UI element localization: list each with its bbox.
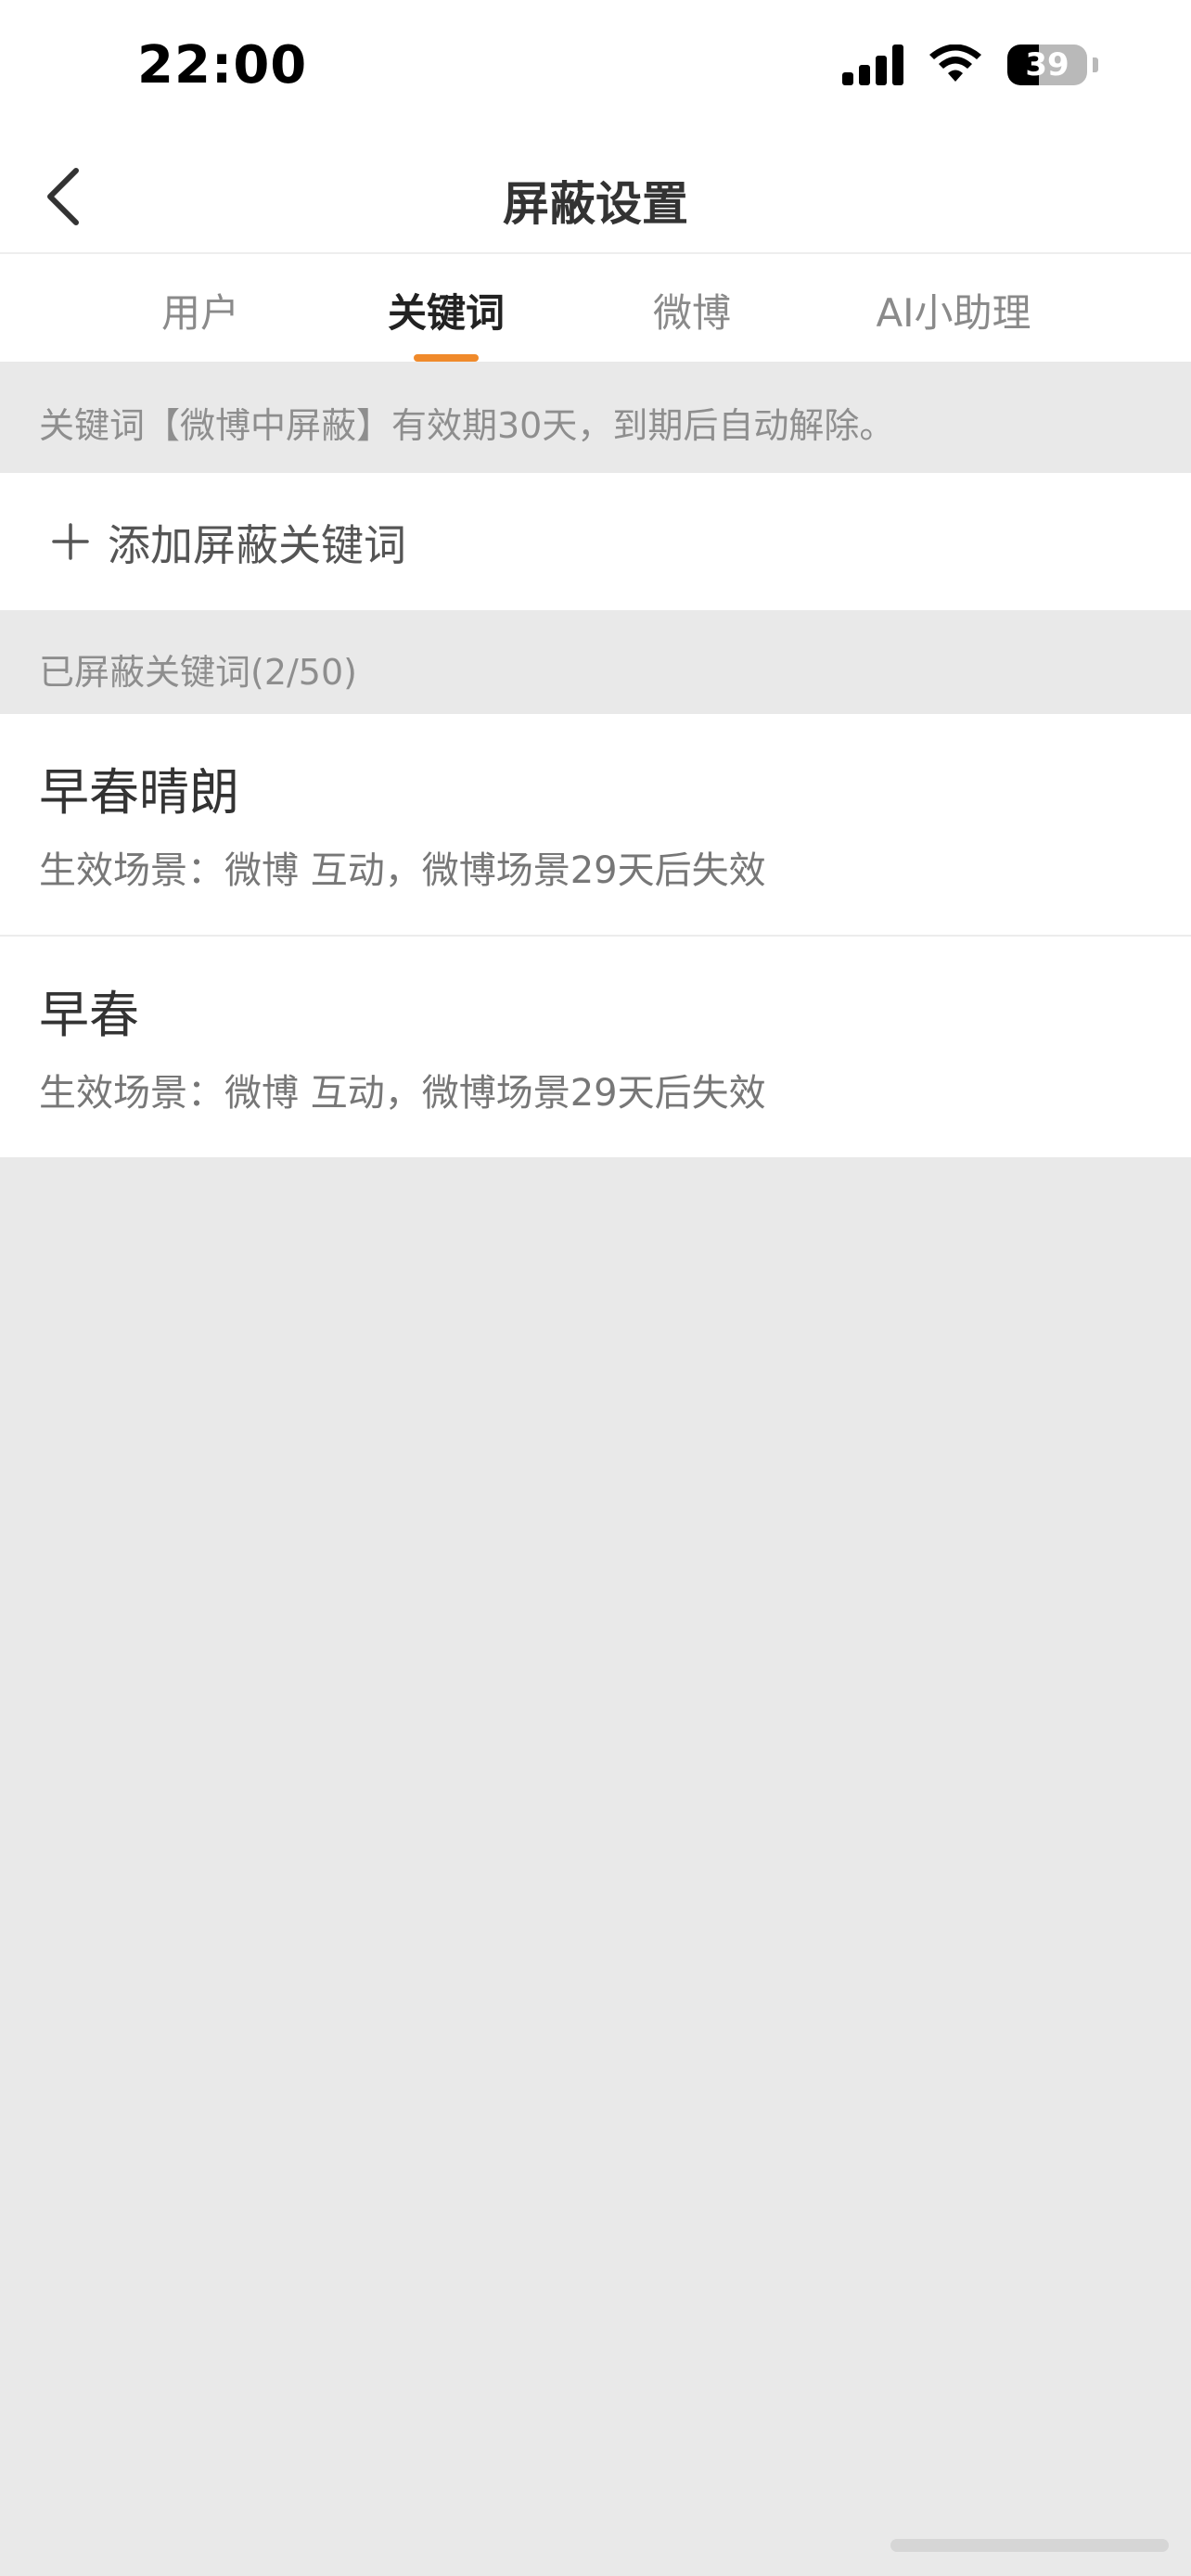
tab-ai-assistant[interactable]: AI小助理: [876, 282, 1031, 338]
keyword-list-item[interactable]: 早春晴朗 生效场景：微博 互动，微博场景29天后失效: [0, 714, 1191, 937]
add-keyword-button[interactable]: 添加屏蔽关键词: [0, 473, 1191, 610]
blocked-keywords-header: 已屏蔽关键词(2/50): [0, 610, 1191, 714]
keyword-title: 早春晴朗: [39, 763, 239, 822]
keyword-title: 早春: [39, 986, 139, 1044]
notice-banner: 关键词【微博中屏蔽】有效期30天，到期后自动解除。: [0, 362, 1191, 473]
nav-bar: 屏蔽设置: [0, 139, 1191, 254]
keyword-scope: 生效场景：微博 互动，微博场景29天后失效: [39, 1072, 766, 1115]
tab-keywords[interactable]: 关键词: [388, 282, 505, 338]
tab-weibo[interactable]: 微博: [653, 282, 731, 338]
battery-icon: 39: [1007, 45, 1087, 85]
keyword-scope: 生效场景：微博 互动，微博场景29天后失效: [39, 849, 766, 892]
battery-cap: [1093, 57, 1098, 72]
status-time: 22:00: [137, 35, 308, 96]
page-title: 屏蔽设置: [503, 177, 688, 231]
notice-text: 关键词【微博中屏蔽】有效期30天，到期后自动解除。: [39, 405, 895, 446]
status-icons: 39: [842, 45, 1098, 85]
cellular-signal-icon: [842, 45, 903, 85]
tab-bar: 用户 关键词 微博 AI小助理: [0, 254, 1191, 362]
tab-users[interactable]: 用户: [161, 282, 239, 338]
battery-level: 39: [1025, 46, 1069, 83]
plus-icon: [52, 523, 89, 560]
screen: 22:00 39 屏蔽设置 用户 关键词 微博 AI小助理 关键词【微博中屏蔽】…: [0, 0, 1191, 2576]
home-indicator: [890, 2539, 1169, 2552]
keyword-list-item[interactable]: 早春 生效场景：微博 互动，微博场景29天后失效: [0, 937, 1191, 1157]
blocked-keywords-count: 已屏蔽关键词(2/50): [39, 652, 357, 693]
wifi-icon: [929, 45, 981, 82]
active-tab-indicator: [414, 354, 479, 362]
add-keyword-label: 添加屏蔽关键词: [108, 520, 406, 570]
status-bar: 22:00 39: [0, 0, 1191, 139]
